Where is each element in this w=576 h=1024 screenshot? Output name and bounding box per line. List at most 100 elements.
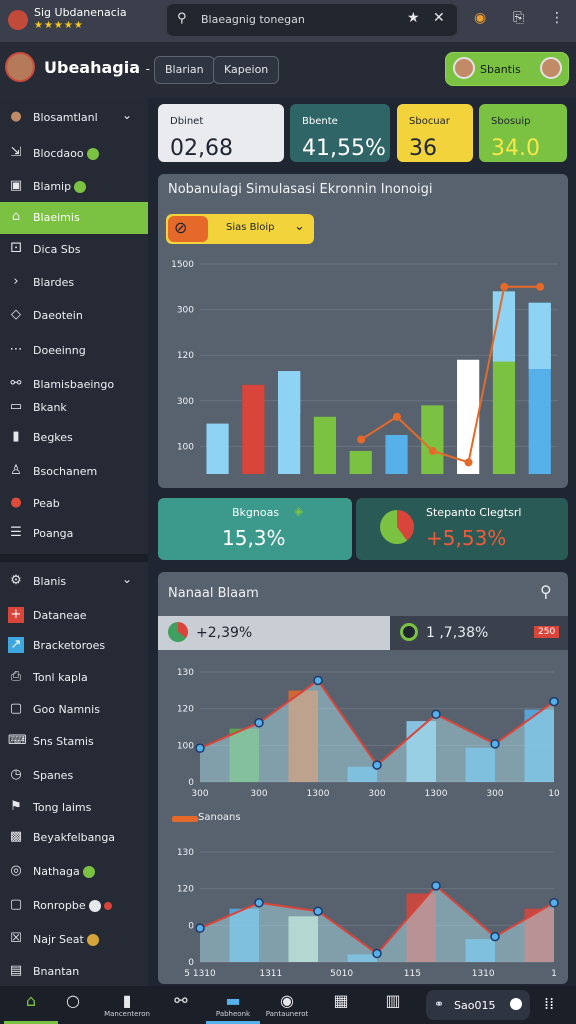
sidebar-item2-10[interactable]: ▢ Ronropbe: [0, 890, 148, 922]
kpi-card-3[interactable]: Sbocuar 36: [397, 104, 473, 162]
brand-title: Ubeahagia -: [44, 58, 150, 77]
sidebar-item-11[interactable]: ♙ Bsochanem: [0, 456, 148, 488]
rating-stars: ★★★★★: [34, 20, 84, 31]
kpi-card-1[interactable]: Dbinet 02,68: [158, 104, 284, 162]
extension-icon[interactable]: ◉: [474, 10, 486, 26]
sidebar-item-12[interactable]: ● Peab: [0, 488, 148, 520]
browser-topbar: Sig Ubdanenacia ★★★★★ ⚲ Blaeagnig tonega…: [0, 0, 576, 42]
link-icon: ⚭: [434, 997, 445, 1011]
status-badge: [74, 181, 87, 193]
star-icon[interactable]: ★: [407, 10, 420, 26]
sidebar-item2-5[interactable]: ⌨ Sns Stamis: [0, 726, 148, 758]
sidebar-item-7[interactable]: ⋯ Doeeinng: [0, 335, 148, 367]
legend-swatch: [172, 816, 198, 822]
check-icon: ☒: [10, 931, 22, 946]
kpi-card-4[interactable]: Sbosuip 34.0: [479, 104, 567, 162]
sidebar-section-header[interactable]: ● Blosamtlanl ⌄: [0, 102, 148, 134]
nav-share[interactable]: ⚯: [154, 992, 208, 1024]
sidebar-item-2[interactable]: ▣ Blamip: [0, 171, 148, 203]
line-point: [372, 760, 382, 770]
sidebar-item2-8[interactable]: ▩ Beyakfelbanga: [0, 822, 148, 854]
sidebar-item-6[interactable]: ◇ Daeotein: [0, 300, 148, 332]
sidebar-section2-header[interactable]: ⚙ Blanis ⌄: [0, 566, 148, 598]
home-icon: ⌂: [11, 209, 21, 224]
kpi-card-2[interactable]: Bbente 41,55%: [290, 104, 390, 162]
stat-badge: 250: [534, 626, 560, 638]
sidebar-item2-4[interactable]: ▢ Goo Namnis: [0, 694, 148, 726]
metric-card-2[interactable]: Stepanto Clegtsrl +5,53%: [356, 498, 568, 560]
line-point: [536, 282, 545, 291]
url-text: Blaeagnig tonegan: [201, 13, 305, 26]
book-icon: ▮: [12, 429, 20, 444]
sidebar-item2-1[interactable]: + Dataneae: [0, 600, 148, 632]
nav-docs[interactable]: ▮ Mancenteron: [100, 992, 154, 1024]
nav-grid[interactable]: ▦: [314, 992, 368, 1024]
avatar-icon: ●: [10, 109, 22, 124]
y-tick-label: 0: [188, 921, 194, 931]
sidebar-item-9[interactable]: ▭ Bkank: [0, 392, 148, 424]
menu-icon[interactable]: ⋮: [550, 10, 564, 26]
header-button-1[interactable]: Blarian: [154, 56, 215, 84]
metric-card-1[interactable]: Bkgnoas ◈ 15,3%: [158, 498, 352, 560]
sidebar-item2-2[interactable]: ↗ Bracketoroes: [0, 630, 148, 662]
bar: [385, 435, 408, 474]
url-bar[interactable]: ⚲ Blaeagnig tonegan ★ ✕: [167, 4, 457, 36]
sidebar-item2-12[interactable]: ▤ Bnantan: [0, 956, 148, 988]
nav-team[interactable]: ◉ Pantaunerot: [260, 992, 314, 1024]
nav-active[interactable]: ▬ Pabheonk: [206, 992, 260, 1024]
user-avatar-icon: [453, 57, 475, 79]
share-icon[interactable]: ⎘: [513, 10, 524, 26]
chevron-down-icon[interactable]: ⌄: [122, 108, 132, 122]
link-icon: ⚯: [10, 376, 22, 391]
status-badge: [86, 934, 99, 946]
y-tick-label: 120: [177, 885, 194, 895]
y-tick-label: 300: [177, 306, 194, 316]
sidebar-item2-6[interactable]: ◷ Spanes: [0, 760, 148, 792]
stat-left: +2,39%: [158, 616, 390, 650]
sidebar-item-10[interactable]: ▮ Begkes: [0, 422, 148, 454]
list-icon: ▥: [385, 991, 401, 1010]
frame-icon: ▢: [9, 701, 23, 716]
chevron-down-icon[interactable]: ⌄: [122, 572, 132, 586]
y-tick-label: 120: [177, 351, 194, 361]
line-point: [490, 739, 500, 749]
app-logo-icon: [8, 10, 28, 30]
sidebar-item2-3[interactable]: ⎙ Tonl kapla: [0, 662, 148, 694]
sidebar-item-3[interactable]: ⌂ Blaeimis: [0, 202, 148, 234]
avatar[interactable]: [5, 52, 35, 82]
x-tick-label: 300: [486, 789, 503, 799]
sidebar-item2-11[interactable]: ☒ Najr Seat: [0, 924, 148, 956]
x-tick-label: 1310: [472, 969, 495, 979]
sidebar-item2-9[interactable]: ◎ Nathaga: [0, 856, 148, 888]
search-icon[interactable]: ⚲: [540, 582, 552, 601]
y-tick-label: 0: [188, 958, 194, 968]
list-icon: ☰: [10, 525, 22, 540]
nav-circle[interactable]: ○: [46, 992, 100, 1024]
y-tick-label: 0: [188, 778, 194, 788]
line-point: [549, 696, 559, 707]
x-tick-label: 300: [368, 789, 385, 799]
chart-icon: ⇲: [10, 145, 22, 160]
line-point: [500, 282, 509, 291]
header-button-2[interactable]: Kapeion: [213, 56, 280, 84]
x-tick-label: 1: [551, 969, 557, 979]
sidebar-item-4[interactable]: ⚀ Dica Sbs: [0, 234, 148, 266]
x-tick-label: 300: [250, 789, 267, 799]
close-icon[interactable]: ✕: [433, 10, 445, 26]
line-point: [195, 923, 205, 933]
main-content: Dbinet 02,68 Bbente 41,55% Sbocuar 36 Sb…: [148, 98, 576, 986]
line-point: [254, 718, 264, 728]
nav-list[interactable]: ▥: [366, 992, 420, 1024]
doc-icon: ⎙: [10, 669, 22, 684]
window-icon: ▢: [9, 897, 23, 912]
sidebar-item-1[interactable]: ⇲ Blocdaoo: [0, 138, 148, 170]
box-icon: ▣: [9, 178, 23, 193]
status-pill[interactable]: ⚭ Sao015: [426, 990, 530, 1020]
line-point: [464, 458, 473, 467]
apps-grid-icon[interactable]: ⁞⁞: [544, 994, 554, 1013]
sidebar-item2-7[interactable]: ⚑ Tong laims: [0, 792, 148, 824]
status-badge: [82, 866, 95, 878]
sidebar-item-5[interactable]: › Blardes: [0, 267, 148, 299]
profile-switcher[interactable]: Sbantis: [445, 52, 569, 86]
sidebar-item-13[interactable]: ☰ Poanga: [0, 518, 148, 550]
